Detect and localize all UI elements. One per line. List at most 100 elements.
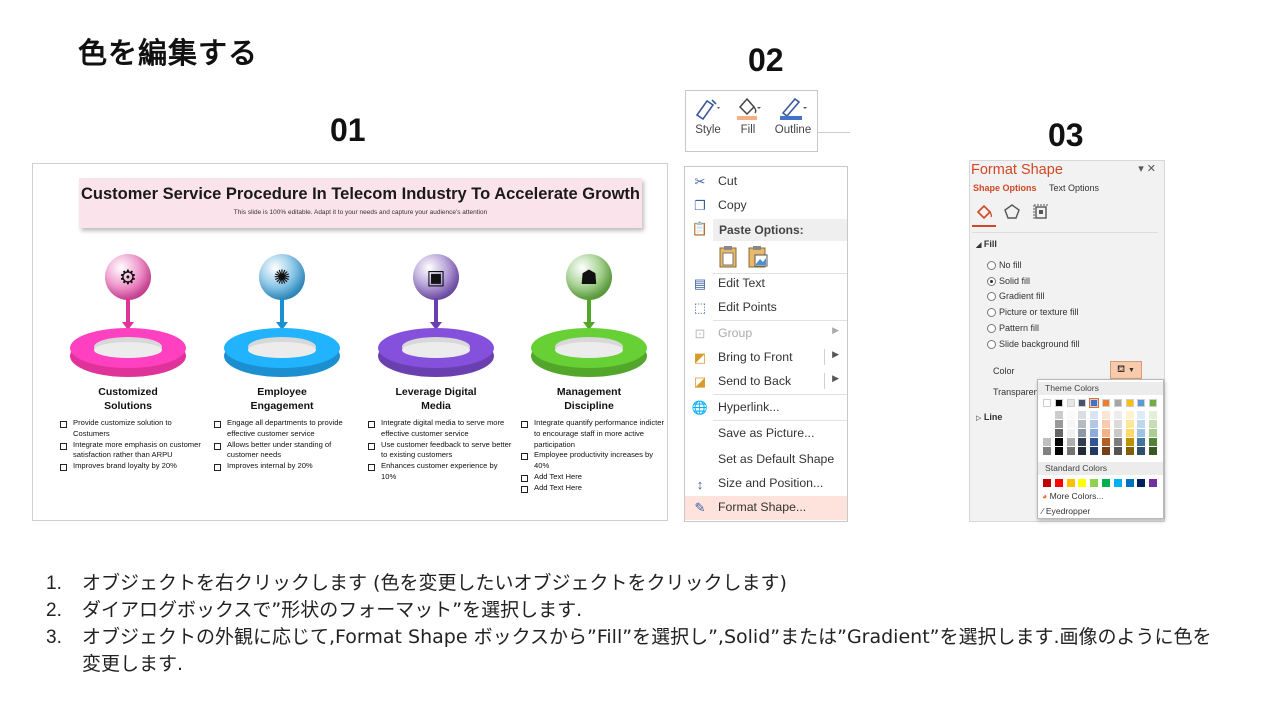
tab-text-options[interactable]: Text Options xyxy=(1049,183,1099,193)
standard-color-swatch[interactable] xyxy=(1113,479,1122,487)
theme-color-shade-swatch[interactable] xyxy=(1149,438,1158,446)
theme-color-swatch[interactable] xyxy=(1089,398,1100,408)
menu-item-save-as-picture[interactable]: Save as Picture... xyxy=(685,422,847,446)
theme-color-shade-swatch[interactable] xyxy=(1078,447,1087,455)
theme-color-shade-swatch[interactable] xyxy=(1102,447,1110,455)
standard-color-swatch[interactable] xyxy=(1078,479,1087,487)
outline-button[interactable]: Outline xyxy=(770,95,816,147)
theme-color-shade-swatch[interactable] xyxy=(1125,420,1134,428)
menu-item-group[interactable]: ⊡ Group ▶ xyxy=(685,322,847,346)
theme-color-shade-swatch[interactable] xyxy=(1054,447,1063,455)
menu-item-copy[interactable]: ❐ Copy xyxy=(685,194,847,218)
menu-item-cut[interactable]: ✂ Cut xyxy=(685,170,847,194)
theme-color-shade-swatch[interactable] xyxy=(1113,411,1122,419)
color-picker-button[interactable]: ⛾ ▼ xyxy=(1110,361,1142,379)
theme-color-swatch[interactable] xyxy=(1125,399,1134,407)
section-fill[interactable]: ◢ Fill xyxy=(976,239,997,249)
effects-icon[interactable] xyxy=(1003,203,1021,221)
theme-color-shade-swatch[interactable] xyxy=(1043,429,1051,437)
theme-color-shade-swatch[interactable] xyxy=(1043,447,1051,455)
menu-item-edit-points[interactable]: ⬚ Edit Points xyxy=(685,296,847,320)
theme-color-shade-swatch[interactable] xyxy=(1043,438,1051,446)
menu-item-format-shape[interactable]: ✎ Format Shape... xyxy=(685,496,847,520)
theme-color-shade-swatch[interactable] xyxy=(1102,420,1110,428)
theme-color-shade-swatch[interactable] xyxy=(1125,429,1134,437)
theme-color-shade-swatch[interactable] xyxy=(1066,420,1075,428)
standard-color-swatch[interactable] xyxy=(1043,479,1051,487)
theme-color-shade-swatch[interactable] xyxy=(1149,411,1158,419)
menu-item-size-position[interactable]: ↕ Size and Position... xyxy=(685,472,847,496)
theme-color-shade-swatch[interactable] xyxy=(1066,411,1075,419)
theme-color-shade-swatch[interactable] xyxy=(1113,438,1122,446)
theme-color-shade-swatch[interactable] xyxy=(1149,429,1158,437)
theme-color-shade-swatch[interactable] xyxy=(1066,447,1075,455)
standard-color-swatch[interactable] xyxy=(1125,479,1134,487)
theme-color-swatch[interactable] xyxy=(1066,399,1075,407)
menu-item-bring-to-front[interactable]: ◩ Bring to Front ▶ xyxy=(685,346,847,370)
menu-item-edit-text[interactable]: ▤ Edit Text xyxy=(685,272,847,296)
theme-color-swatch[interactable] xyxy=(1043,399,1051,407)
standard-color-swatch[interactable] xyxy=(1090,479,1099,487)
theme-color-shade-swatch[interactable] xyxy=(1078,411,1087,419)
theme-color-swatch[interactable] xyxy=(1078,399,1087,407)
section-line[interactable]: ▷ Line xyxy=(976,412,1002,422)
more-colors-item[interactable]: ◕ More Colors... xyxy=(1042,491,1104,501)
theme-color-shade-swatch[interactable] xyxy=(1043,411,1051,419)
theme-color-swatch[interactable] xyxy=(1137,399,1146,407)
paste-option-picture[interactable] xyxy=(747,245,769,269)
theme-color-shade-swatch[interactable] xyxy=(1137,429,1146,437)
theme-color-shade-swatch[interactable] xyxy=(1137,447,1146,455)
theme-color-shade-swatch[interactable] xyxy=(1090,420,1099,428)
theme-color-shade-swatch[interactable] xyxy=(1078,420,1087,428)
theme-color-shade-swatch[interactable] xyxy=(1043,420,1051,428)
theme-color-shade-swatch[interactable] xyxy=(1149,420,1158,428)
size-properties-icon[interactable] xyxy=(1032,203,1050,221)
dropdown-icon[interactable]: ▾ xyxy=(1138,163,1144,175)
theme-color-swatch[interactable] xyxy=(1113,399,1122,407)
theme-color-shade-swatch[interactable] xyxy=(1113,447,1122,455)
theme-color-shade-swatch[interactable] xyxy=(1113,420,1122,428)
group-icon: ⊡ xyxy=(694,326,706,341)
theme-color-shade-swatch[interactable] xyxy=(1125,411,1134,419)
theme-color-shade-swatch[interactable] xyxy=(1090,438,1099,446)
theme-color-shade-swatch[interactable] xyxy=(1125,447,1134,455)
standard-color-swatch[interactable] xyxy=(1149,479,1158,487)
theme-color-shade-swatch[interactable] xyxy=(1090,447,1099,455)
menu-item-send-to-back[interactable]: ◪ Send to Back ▶ xyxy=(685,370,847,394)
theme-color-shade-swatch[interactable] xyxy=(1137,420,1146,428)
theme-color-swatch[interactable] xyxy=(1102,399,1110,407)
theme-color-swatch[interactable] xyxy=(1149,399,1158,407)
close-icon[interactable]: ✕ xyxy=(1147,163,1156,175)
menu-item-set-default-shape[interactable]: Set as Default Shape xyxy=(685,448,847,472)
style-button[interactable]: Style xyxy=(688,95,728,147)
theme-color-shade-swatch[interactable] xyxy=(1078,429,1087,437)
theme-color-shade-swatch[interactable] xyxy=(1149,447,1158,455)
paste-option-keep[interactable] xyxy=(718,245,740,269)
theme-color-shade-swatch[interactable] xyxy=(1102,438,1110,446)
theme-color-shade-swatch[interactable] xyxy=(1066,429,1075,437)
theme-color-shade-swatch[interactable] xyxy=(1054,438,1063,446)
standard-color-swatch[interactable] xyxy=(1137,479,1146,487)
theme-color-shade-swatch[interactable] xyxy=(1054,411,1063,419)
standard-color-swatch[interactable] xyxy=(1054,479,1063,487)
tab-shape-options[interactable]: Shape Options xyxy=(973,183,1037,193)
theme-color-shade-swatch[interactable] xyxy=(1054,420,1063,428)
standard-color-swatch[interactable] xyxy=(1066,479,1075,487)
theme-color-swatch[interactable] xyxy=(1054,399,1063,407)
theme-color-shade-swatch[interactable] xyxy=(1137,411,1146,419)
standard-color-swatch[interactable] xyxy=(1102,479,1110,487)
menu-item-hyperlink[interactable]: 🌐 Hyperlink... xyxy=(685,396,847,420)
fill-line-icon[interactable] xyxy=(975,203,993,221)
theme-color-shade-swatch[interactable] xyxy=(1066,438,1075,446)
theme-color-shade-swatch[interactable] xyxy=(1090,429,1099,437)
theme-color-shade-swatch[interactable] xyxy=(1090,411,1099,419)
theme-color-shade-swatch[interactable] xyxy=(1137,438,1146,446)
theme-color-shade-swatch[interactable] xyxy=(1113,429,1122,437)
theme-color-shade-swatch[interactable] xyxy=(1102,411,1110,419)
theme-color-shade-swatch[interactable] xyxy=(1102,429,1110,437)
fill-button[interactable]: Fill xyxy=(728,95,768,147)
eyedropper-item[interactable]: ⁄ Eyedropper xyxy=(1042,506,1090,516)
theme-color-shade-swatch[interactable] xyxy=(1125,438,1134,446)
theme-color-shade-swatch[interactable] xyxy=(1054,429,1063,437)
theme-color-shade-swatch[interactable] xyxy=(1078,438,1087,446)
